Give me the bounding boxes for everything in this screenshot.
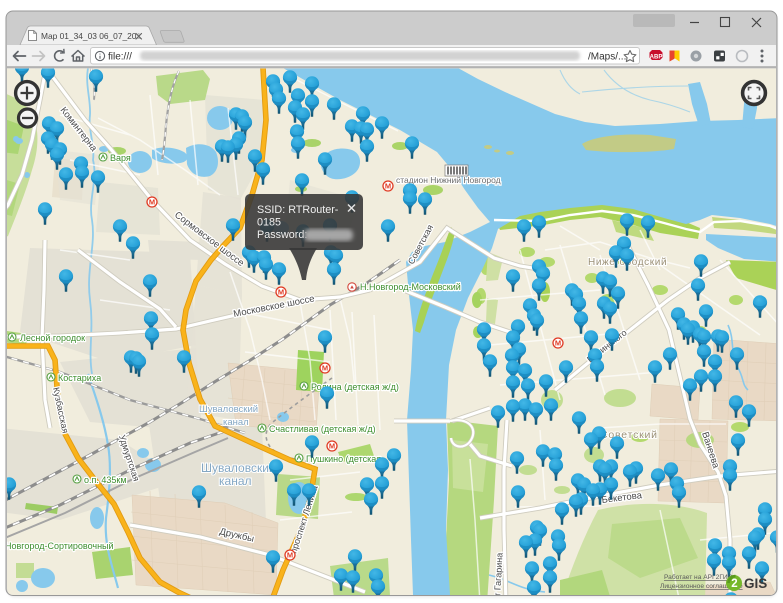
svg-text:ABP: ABP: [650, 55, 663, 61]
svg-text:Работает на API 2ГИС: Работает на API 2ГИС: [664, 573, 733, 581]
svg-text:канал: канал: [223, 417, 249, 428]
svg-text:Новгород-Сортировочный: Новгород-Сортировочный: [5, 541, 114, 551]
svg-text:Шуваловский: Шуваловский: [199, 404, 258, 415]
svg-text:канал: канал: [219, 474, 252, 488]
svg-text:SSID: RTRouter-: SSID: RTRouter-: [257, 204, 339, 216]
svg-text:Map 01_34_03 06_07_201: Map 01_34_03 06_07_201: [41, 31, 141, 41]
svg-text:/Maps/...: /Maps/...: [588, 52, 626, 63]
svg-text:Шуваловский: Шуваловский: [201, 461, 276, 475]
svg-text:о.п. 435км: о.п. 435км: [84, 475, 127, 485]
svg-text:Счастливая (детская ж/д): Счастливая (детская ж/д): [269, 424, 376, 434]
svg-text:Лесной городок: Лесной городок: [20, 333, 85, 343]
svg-text:Password:: Password:: [257, 229, 307, 241]
svg-text:Н.Новгород-Московский: Н.Новгород-Московский: [360, 282, 461, 292]
svg-text:Советский: Советский: [600, 429, 658, 441]
svg-text:стадион Нижний Новгород: стадион Нижний Новгород: [396, 175, 501, 185]
svg-text:2: 2: [731, 578, 737, 590]
svg-text:Пушкино (детская: Пушкино (детская: [306, 454, 381, 464]
svg-text:GIS: GIS: [744, 576, 767, 591]
svg-text:file:///: file:///: [108, 52, 132, 63]
svg-text:Варя: Варя: [110, 153, 131, 163]
svg-text:Костариха: Костариха: [58, 373, 101, 383]
svg-text:0185: 0185: [257, 217, 281, 229]
